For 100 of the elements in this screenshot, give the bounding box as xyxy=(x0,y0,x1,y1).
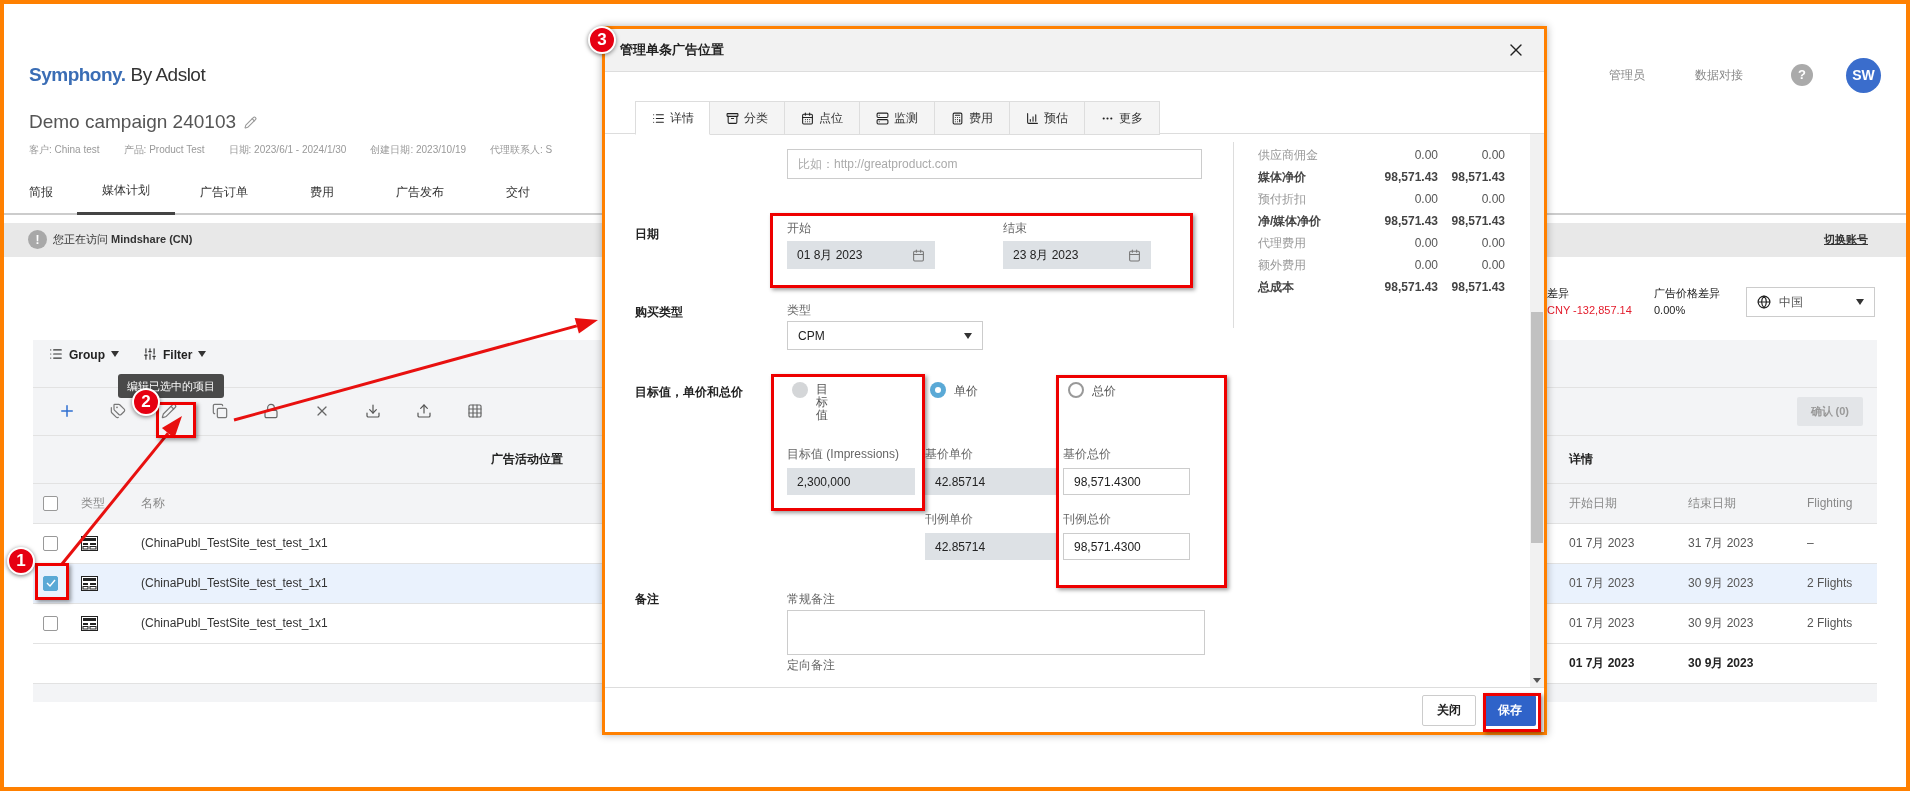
column-header: 类型 xyxy=(81,495,106,512)
tag-icon[interactable] xyxy=(109,403,126,419)
table-cell-text: 30 9月 2023 xyxy=(1688,615,1755,632)
filter-dropdown[interactable]: Filter xyxy=(163,345,193,364)
bar-chart-icon xyxy=(1026,111,1039,125)
filter-caret-icon xyxy=(198,350,207,357)
checkbox[interactable] xyxy=(43,575,58,591)
calendar-icon[interactable] xyxy=(912,248,925,262)
avatar[interactable]: SW xyxy=(1846,57,1881,93)
cost-value: 0.00 xyxy=(1480,147,1505,164)
cost-value: 0.00 xyxy=(1480,257,1505,274)
info-icon: ! xyxy=(28,230,47,249)
cost-value: 98,571.43 xyxy=(1383,213,1438,230)
campaign-title: Demo campaign 240103 xyxy=(29,110,237,134)
cost-value: 98,571.43 xyxy=(1383,169,1438,186)
switch-account-link[interactable]: 切换账号 xyxy=(1824,231,1868,248)
dialog-title: 管理单条广告位置 xyxy=(620,41,724,60)
sliders-icon[interactable] xyxy=(143,346,157,361)
list-icon[interactable] xyxy=(49,346,63,361)
table-cell-text: 01 7月 2023 xyxy=(1569,655,1636,672)
radio-button[interactable] xyxy=(930,382,946,398)
cost-value: 98,571.43 xyxy=(1450,279,1505,296)
table-cell-text: 01 7月 2023 xyxy=(1569,575,1636,592)
tab[interactable]: 交付 xyxy=(469,168,567,215)
calendar-icon[interactable] xyxy=(1128,248,1141,262)
grid-icon[interactable] xyxy=(466,403,483,419)
cost-value: 0.00 xyxy=(1413,191,1438,208)
cost-label: 净/媒体净价 xyxy=(1258,213,1323,230)
option-label: 目标值 xyxy=(816,382,828,423)
lock-icon[interactable] xyxy=(262,403,279,419)
dialog-tab[interactable]: 预估 xyxy=(1010,101,1085,135)
scroll-down-icon[interactable] xyxy=(1533,678,1541,683)
dialog-tab[interactable]: 点位 xyxy=(785,101,860,135)
calendar-icon xyxy=(801,111,814,125)
region-select[interactable]: 中国 xyxy=(1746,286,1875,317)
checkbox[interactable] xyxy=(43,495,58,511)
radio-button[interactable] xyxy=(1068,382,1084,398)
input-field: 42.85714 xyxy=(925,468,1057,495)
tab[interactable]: 广告发布 xyxy=(371,168,469,215)
calculator-icon xyxy=(951,111,964,125)
cost-value: 98,571.43 xyxy=(1450,213,1505,230)
nav-link[interactable]: 管理员 xyxy=(1609,66,1645,84)
highlight-frame xyxy=(1483,693,1541,732)
checkbox[interactable] xyxy=(43,535,58,551)
table-cell-text: 01 7月 2023 xyxy=(1569,535,1636,552)
type-select[interactable]: CPM xyxy=(787,321,983,350)
upload-icon[interactable] xyxy=(415,403,432,419)
cost-value: 0.00 xyxy=(1413,235,1438,252)
field-label: 刊例总价 xyxy=(1063,511,1112,528)
field-label: 目标值 (Impressions) xyxy=(787,446,900,463)
cost-value: 0.00 xyxy=(1413,147,1438,164)
dialog-tab[interactable]: 更多 xyxy=(1085,101,1160,135)
logo: Symphony. By Adslot xyxy=(29,62,206,87)
check-icon xyxy=(45,579,56,587)
table-cell-text: 2 Flights xyxy=(1807,615,1854,632)
tab[interactable]: 媒体计划 xyxy=(77,168,175,215)
layout-icon xyxy=(81,535,98,551)
checkbox[interactable] xyxy=(43,615,58,631)
highlight-frame xyxy=(35,563,69,600)
dialog-tab[interactable]: 分类 xyxy=(710,101,785,135)
dialog-tab[interactable]: 费用 xyxy=(935,101,1010,135)
input-field[interactable]: 98,571.4300 xyxy=(1063,533,1190,560)
nav-link[interactable]: 数据对接 xyxy=(1695,66,1743,84)
tab[interactable]: 简报 xyxy=(29,168,77,215)
confirm-button: 确认 (0) xyxy=(1796,396,1863,426)
date-field[interactable]: 01 8月 2023 xyxy=(787,241,935,269)
column-header: 结束日期 xyxy=(1688,495,1737,512)
option-label: 单价 xyxy=(954,383,978,400)
input-field[interactable]: 98,571.4300 xyxy=(1063,468,1190,495)
group-dropdown[interactable]: Group xyxy=(69,345,105,364)
section-label: 购买类型 xyxy=(634,304,684,321)
input-field: 2,300,000 xyxy=(787,468,915,495)
tab[interactable]: 广告订单 xyxy=(175,168,273,215)
cost-value: 0.00 xyxy=(1480,235,1505,252)
scrollbar[interactable] xyxy=(1530,134,1544,687)
cost-value: 98,571.43 xyxy=(1383,279,1438,296)
meta-text: 代理联系人: S xyxy=(490,142,553,157)
summary-label: 差异 xyxy=(1547,286,1570,301)
dialog-tab[interactable]: 详情 xyxy=(635,101,710,135)
option-label: 总价 xyxy=(1092,383,1116,400)
tab[interactable]: 费用 xyxy=(273,168,371,215)
date-field[interactable]: 23 8月 2023 xyxy=(1003,241,1151,269)
cost-label: 额外费用 xyxy=(1258,257,1307,274)
close-button[interactable]: 关闭 xyxy=(1422,694,1476,726)
edit-icon[interactable] xyxy=(160,403,177,419)
cost-value: 0.00 xyxy=(1480,191,1505,208)
save-button[interactable]: 保存 xyxy=(1484,694,1536,726)
edit-icon[interactable] xyxy=(244,115,258,129)
caret-icon xyxy=(111,350,119,357)
meta-text: 客户: China test xyxy=(29,142,100,157)
field-label: 结束 xyxy=(1003,220,1028,237)
download-icon[interactable] xyxy=(364,403,381,419)
summary-value: 0.00% xyxy=(1654,302,1687,318)
meta-text: 日期: 2023/6/1 - 2024/1/30 xyxy=(228,142,347,157)
dialog-tab[interactable]: 监测 xyxy=(860,101,935,135)
caret-icon xyxy=(1856,298,1864,305)
copy-icon[interactable] xyxy=(211,403,228,419)
field-label: 常规备注 xyxy=(787,591,836,608)
layout-icon xyxy=(81,615,98,631)
field-label: 开始 xyxy=(787,220,812,237)
